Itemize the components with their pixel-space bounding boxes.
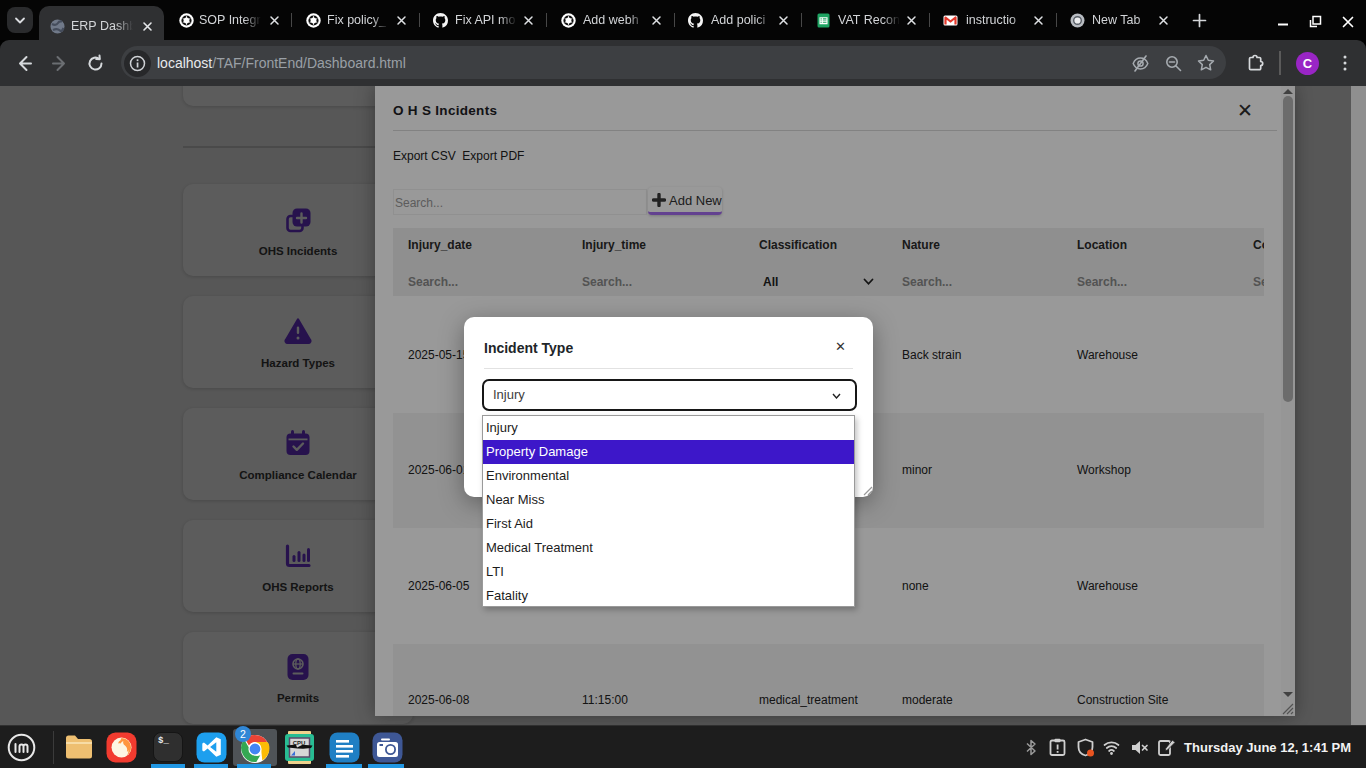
- svg-text:CPU: CPU: [293, 740, 306, 746]
